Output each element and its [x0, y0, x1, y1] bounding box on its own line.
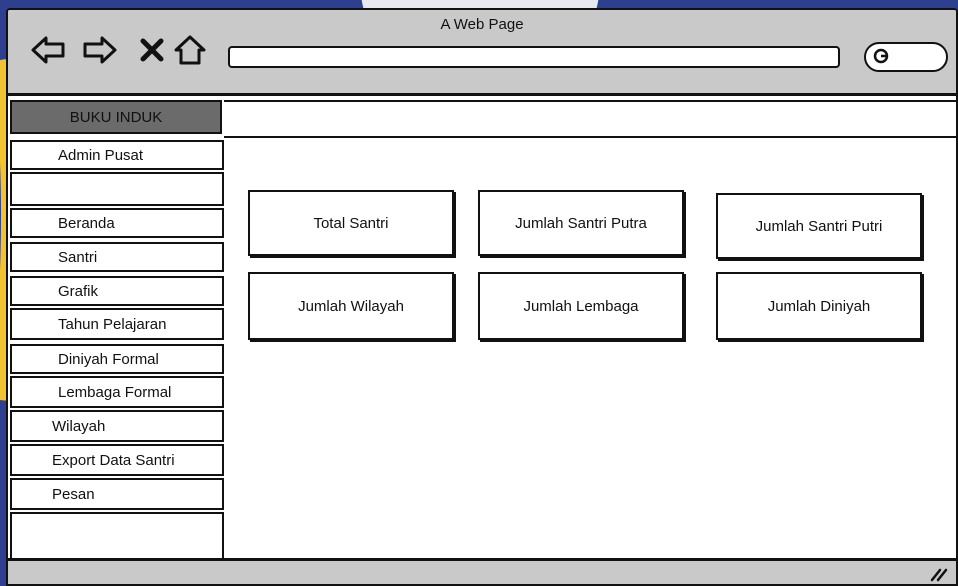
sidebar-item-beranda[interactable]: Beranda — [10, 208, 224, 238]
card-jumlah-santri-putri[interactable]: Jumlah Santri Putri — [716, 193, 922, 259]
sidebar-item-export-data-santri[interactable]: Export Data Santri — [10, 444, 224, 476]
sidebar-item-lembaga-formal[interactable]: Lembaga Formal — [10, 376, 224, 408]
search-field[interactable] — [864, 42, 948, 72]
stop-button[interactable] — [134, 32, 170, 68]
sidebar-item-santri[interactable]: Santri — [10, 242, 224, 272]
sidebar-item-diniyah-formal[interactable]: Diniyah Formal — [10, 344, 224, 374]
window-title: A Web Page — [440, 16, 524, 33]
sidebar-item-grafik[interactable]: Grafik — [10, 276, 224, 306]
status-bar — [8, 558, 956, 584]
sidebar-footer-space — [10, 512, 224, 562]
sidebar-spacer — [10, 172, 224, 206]
address-bar[interactable] — [228, 46, 840, 68]
sidebar-header: BUKU INDUK — [10, 100, 222, 134]
close-icon — [140, 38, 164, 62]
sidebar: BUKU INDUK Admin Pusat Beranda Santri Gr… — [8, 96, 224, 562]
browser-window: A Web Page BUKU INDUK Admin Pusat Berand… — [6, 8, 958, 586]
card-jumlah-santri-putra[interactable]: Jumlah Santri Putra — [478, 190, 684, 256]
sidebar-item-pesan[interactable]: Pesan — [10, 478, 224, 510]
sidebar-item-tahun-pelajaran[interactable]: Tahun Pelajaran — [10, 308, 224, 340]
card-jumlah-lembaga[interactable]: Jumlah Lembaga — [478, 272, 684, 340]
resize-grip-icon[interactable] — [928, 566, 948, 582]
page-layout: BUKU INDUK Admin Pusat Beranda Santri Gr… — [8, 96, 956, 584]
home-icon — [174, 35, 206, 65]
search-icon — [873, 48, 889, 64]
back-button[interactable] — [30, 32, 66, 68]
content-header-bar — [224, 100, 956, 138]
arrow-left-icon — [31, 36, 65, 64]
browser-toolbar: A Web Page — [8, 10, 956, 96]
home-button[interactable] — [172, 32, 208, 68]
card-jumlah-diniyah[interactable]: Jumlah Diniyah — [716, 272, 922, 340]
sidebar-item-wilayah[interactable]: Wilayah — [10, 410, 224, 442]
arrow-right-icon — [83, 36, 117, 64]
sidebar-user-label: Admin Pusat — [10, 140, 224, 170]
card-total-santri[interactable]: Total Santri — [248, 190, 454, 256]
forward-button[interactable] — [82, 32, 118, 68]
card-jumlah-wilayah[interactable]: Jumlah Wilayah — [248, 272, 454, 340]
